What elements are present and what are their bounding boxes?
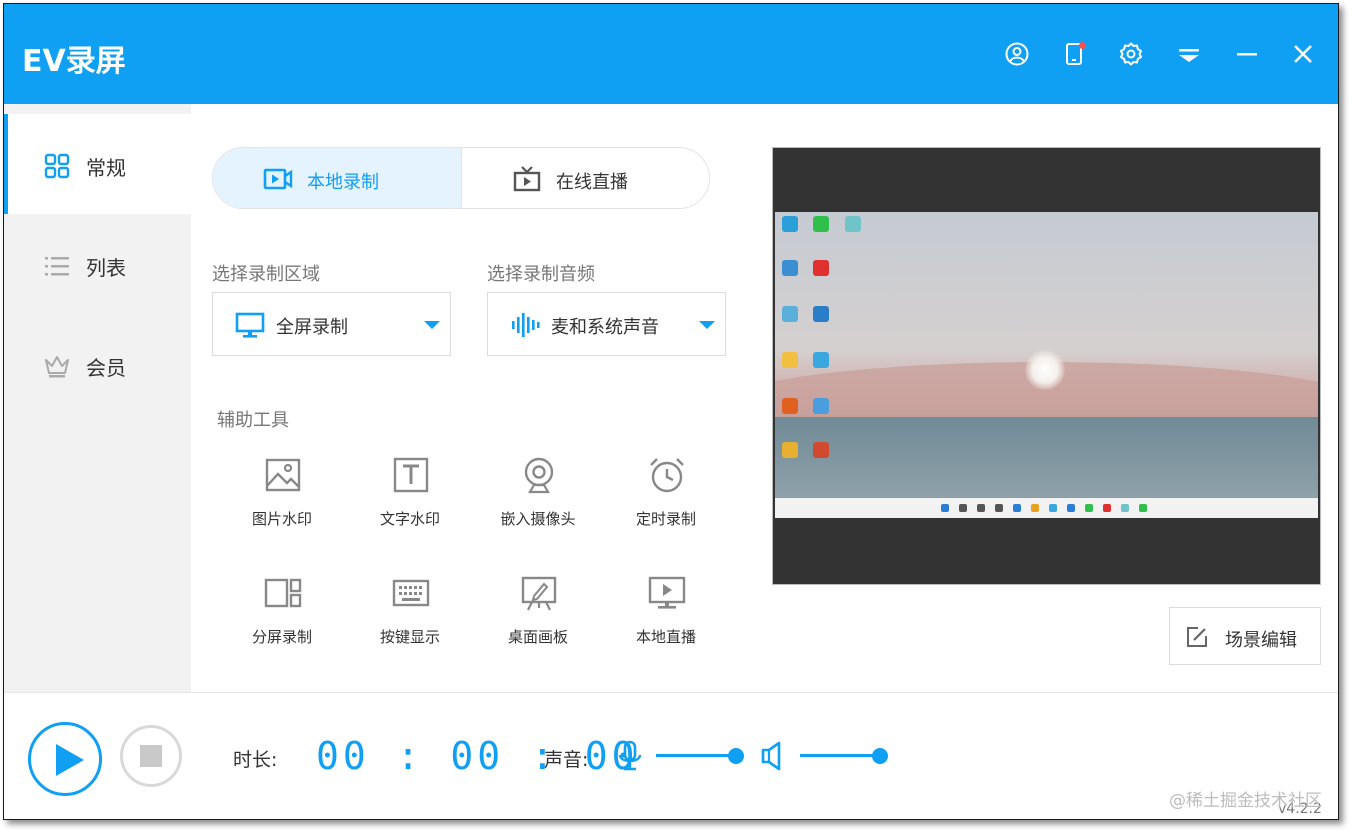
alarm-clock-icon xyxy=(648,456,686,494)
keyboard-icon xyxy=(392,574,430,612)
tool-label: 图片水印 xyxy=(251,510,312,528)
sidebar-item-label: 列表 xyxy=(86,256,126,280)
site-watermark: @稀土掘金技术社区 xyxy=(1169,791,1322,811)
tool-desktop-board[interactable]: 桌面画板 xyxy=(478,574,598,664)
sidebar-item-label: 常规 xyxy=(86,156,126,180)
video-icon xyxy=(263,165,293,193)
stop-record-button[interactable] xyxy=(120,725,182,787)
sidebar-item-label: 会员 xyxy=(86,356,126,380)
split-screen-icon xyxy=(264,574,302,612)
microphone-icon[interactable] xyxy=(616,740,644,772)
tool-text-watermark[interactable]: 文字水印 xyxy=(350,456,470,546)
record-audio-label: 选择录制音频 xyxy=(487,264,595,285)
edit-icon xyxy=(1185,625,1209,649)
title-bar: EV录屏 xyxy=(4,4,1338,104)
preview-desktop xyxy=(775,212,1318,518)
minimize-icon[interactable] xyxy=(1234,41,1260,67)
sidebar-item-general[interactable]: 常规 xyxy=(4,114,191,214)
tab-label: 本地录制 xyxy=(307,172,379,193)
tool-local-live[interactable]: 本地直播 xyxy=(606,574,726,664)
user-icon[interactable] xyxy=(1004,41,1030,67)
sidebar-item-vip[interactable]: 会员 xyxy=(4,314,191,414)
tool-label: 本地直播 xyxy=(635,628,696,646)
tool-timed-record[interactable]: 定时录制 xyxy=(606,456,726,546)
text-icon xyxy=(392,456,430,494)
record-audio-value: 麦和系统声音 xyxy=(551,317,659,338)
scene-edit-button[interactable]: 场景编辑 xyxy=(1169,607,1321,665)
tool-label: 嵌入摄像头 xyxy=(500,510,576,528)
tool-webcam[interactable]: 嵌入摄像头 xyxy=(478,456,598,546)
crown-icon xyxy=(43,352,71,380)
tool-split-screen[interactable]: 分屏录制 xyxy=(222,574,342,664)
grid-icon xyxy=(43,152,71,180)
tool-key-display[interactable]: 按键显示 xyxy=(350,574,470,664)
screen-preview xyxy=(772,147,1321,585)
speaker-icon[interactable] xyxy=(760,740,788,772)
mic-volume-knob[interactable] xyxy=(728,748,744,764)
speaker-volume-fill xyxy=(800,754,880,757)
bottom-divider xyxy=(4,692,1338,693)
tool-label: 桌面画板 xyxy=(507,628,568,646)
chevron-down-icon xyxy=(424,321,440,329)
stop-icon xyxy=(140,745,162,767)
preview-taskbar xyxy=(775,498,1318,518)
chevron-down-icon xyxy=(699,321,715,329)
tab-label: 在线直播 xyxy=(556,172,628,193)
tab-live-stream[interactable]: 在线直播 xyxy=(462,148,709,208)
mic-volume-fill xyxy=(656,754,736,757)
start-record-button[interactable] xyxy=(28,722,102,796)
webcam-icon xyxy=(520,456,558,494)
close-icon[interactable] xyxy=(1290,41,1316,67)
mode-tabs: 本地录制 在线直播 xyxy=(212,147,710,209)
app-window: EV录屏 常规 列表 会员 本地录制 在线直播 选择录制区域 选择录制音频 全屏… xyxy=(3,3,1339,820)
tool-label: 文字水印 xyxy=(379,510,440,528)
list-icon xyxy=(43,252,71,280)
tool-label: 按键显示 xyxy=(379,628,440,646)
record-area-value: 全屏录制 xyxy=(276,317,348,338)
phone-icon[interactable] xyxy=(1062,41,1088,67)
monitor-play-icon xyxy=(648,574,686,612)
speaker-volume-knob[interactable] xyxy=(872,748,888,764)
app-title: EV录屏 xyxy=(22,44,126,79)
tab-local-record[interactable]: 本地录制 xyxy=(213,148,462,208)
tools-label: 辅助工具 xyxy=(217,410,289,431)
record-area-label: 选择录制区域 xyxy=(212,264,320,285)
tv-icon xyxy=(512,165,542,193)
play-icon xyxy=(56,744,84,776)
tool-image-watermark[interactable]: 图片水印 xyxy=(222,456,342,546)
record-audio-select[interactable]: 麦和系统声音 xyxy=(487,292,726,356)
sidebar: 常规 列表 会员 xyxy=(4,104,191,692)
monitor-icon xyxy=(235,310,265,340)
easel-icon xyxy=(520,574,558,612)
tool-label: 定时录制 xyxy=(635,510,696,528)
audio-wave-icon xyxy=(510,310,540,340)
record-timer: 00 : 00 : 00 xyxy=(316,734,639,778)
gear-icon[interactable] xyxy=(1118,41,1144,67)
scene-edit-label: 场景编辑 xyxy=(1225,630,1297,651)
record-area-select[interactable]: 全屏录制 xyxy=(212,292,451,356)
speaker-volume-slider[interactable] xyxy=(800,748,888,764)
sidebar-item-list[interactable]: 列表 xyxy=(4,214,191,314)
tool-label: 分屏录制 xyxy=(251,628,312,646)
sound-label: 声音: xyxy=(544,749,589,771)
duration-label: 时长: xyxy=(233,749,278,771)
menu-icon[interactable] xyxy=(1176,41,1202,67)
image-icon xyxy=(264,456,302,494)
mic-volume-slider[interactable] xyxy=(656,748,744,764)
